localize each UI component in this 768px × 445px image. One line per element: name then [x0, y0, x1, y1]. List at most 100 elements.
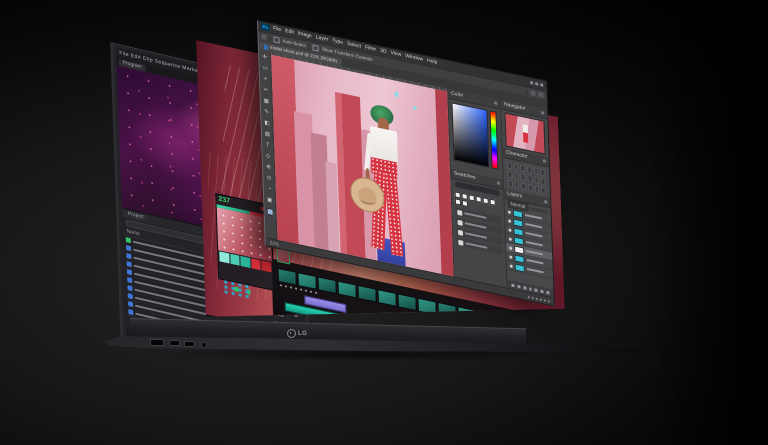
tool-button-icon[interactable]: T	[266, 140, 270, 152]
tool-button-icon[interactable]: ▣	[267, 195, 273, 207]
transport-button[interactable]	[285, 285, 287, 287]
filmstrip-thumbnail[interactable]	[437, 302, 456, 320]
color-swatch[interactable]	[476, 196, 482, 203]
layer-group-icon[interactable]	[535, 288, 538, 292]
transport-button[interactable]	[290, 286, 292, 288]
track-button[interactable]	[224, 285, 227, 289]
track-button[interactable]	[232, 292, 235, 296]
panel-menu-icon[interactable]	[541, 111, 544, 115]
track-control-icon[interactable]	[284, 372, 287, 376]
tool-button-icon[interactable]: ⌖	[264, 74, 267, 86]
color-swatch-button[interactable]	[230, 254, 240, 266]
character-control-button[interactable]	[507, 162, 512, 170]
track-control-icon[interactable]	[262, 362, 265, 366]
track-control-icon[interactable]	[276, 365, 279, 369]
transport-button[interactable]	[310, 291, 312, 293]
character-control-button[interactable]	[514, 181, 519, 189]
character-control-button[interactable]	[514, 172, 519, 180]
track-control-icon[interactable]	[284, 367, 287, 371]
track-button[interactable]	[246, 295, 249, 299]
layer-visibility-eye-icon[interactable]	[509, 246, 512, 250]
track-button[interactable]	[238, 283, 241, 287]
maximize-icon[interactable]	[535, 82, 538, 86]
track-control-icon[interactable]	[277, 370, 280, 374]
character-control-button[interactable]	[527, 166, 532, 174]
color-swatch[interactable]	[483, 197, 489, 204]
align-icon[interactable]	[530, 90, 535, 96]
track-button[interactable]	[225, 290, 228, 294]
color-swatch-button[interactable]	[219, 251, 229, 263]
character-control-button[interactable]	[534, 176, 539, 184]
navigator-thumbnail[interactable]	[504, 112, 545, 154]
layer-visibility-eye-icon[interactable]	[509, 237, 512, 241]
character-control-button[interactable]	[507, 171, 512, 179]
transport-button[interactable]	[300, 288, 302, 290]
track-control-icon[interactable]	[262, 367, 265, 371]
layer-visibility-eye-icon[interactable]	[508, 219, 511, 223]
transport-button[interactable]	[280, 284, 282, 286]
filmstrip-thumbnail[interactable]	[457, 306, 476, 324]
close-icon[interactable]	[540, 83, 543, 87]
transport-button[interactable]	[295, 287, 297, 289]
layer-mask-icon[interactable]	[523, 286, 526, 290]
panel-menu-icon[interactable]	[544, 200, 547, 204]
track-button[interactable]	[245, 290, 248, 294]
color-swatch-button[interactable]	[240, 256, 250, 268]
show-transform-checkbox[interactable]	[313, 44, 319, 51]
color-swatch[interactable]	[462, 200, 468, 207]
character-control-button[interactable]	[540, 169, 545, 177]
character-control-button[interactable]	[514, 163, 519, 171]
track-button[interactable]	[231, 287, 234, 291]
new-layer-icon[interactable]	[541, 289, 544, 293]
layer-visibility-eye-icon[interactable]	[508, 210, 511, 214]
track-control-icon[interactable]	[291, 373, 294, 377]
track-button[interactable]	[224, 280, 227, 284]
character-control-button[interactable]	[541, 178, 546, 186]
character-control-button[interactable]	[541, 187, 546, 195]
layer-effects-icon[interactable]	[517, 284, 520, 288]
track-button[interactable]	[239, 293, 242, 297]
lg-logo-text: LG	[298, 331, 307, 337]
auto-select-checkbox[interactable]	[273, 36, 279, 43]
character-control-button[interactable]	[521, 182, 526, 190]
hue-strip[interactable]	[489, 110, 498, 169]
layer-visibility-eye-icon[interactable]	[508, 228, 511, 232]
transport-button[interactable]	[305, 289, 307, 291]
track-button[interactable]	[245, 285, 248, 289]
color-swatch-button[interactable]	[251, 258, 261, 270]
track-button[interactable]	[231, 282, 234, 286]
transport-button[interactable]	[315, 292, 317, 294]
adjustment-layer-icon[interactable]	[529, 287, 532, 291]
character-control-button[interactable]	[534, 185, 539, 193]
color-swatch[interactable]	[469, 194, 475, 201]
character-control-button[interactable]	[521, 173, 526, 181]
layer-visibility-eye-icon[interactable]	[510, 264, 513, 268]
character-control-button[interactable]	[527, 175, 532, 183]
track-control-icon[interactable]	[291, 368, 294, 372]
character-control-button[interactable]	[508, 180, 513, 188]
color-swatch[interactable]	[455, 198, 461, 205]
color-swatch-button[interactable]	[262, 260, 272, 272]
track-control-icon[interactable]	[269, 368, 272, 372]
panel-menu-icon[interactable]	[494, 101, 497, 105]
link-layers-icon[interactable]	[511, 283, 514, 287]
distribute-icon[interactable]	[538, 92, 543, 98]
track-button[interactable]	[238, 288, 241, 292]
foreground-background-swatch[interactable]	[266, 208, 274, 218]
character-control-button[interactable]	[528, 184, 533, 192]
tool-button-icon[interactable]: ◔	[268, 184, 272, 196]
panel-menu-icon[interactable]	[497, 181, 500, 185]
minimize-icon[interactable]	[530, 81, 533, 85]
zoom-level-field[interactable]: 21%	[270, 240, 279, 247]
character-control-button[interactable]	[520, 164, 525, 172]
clip-icon	[126, 253, 131, 259]
delete-layer-icon[interactable]	[547, 290, 550, 294]
filmstrip-thumbnail[interactable]	[417, 297, 436, 315]
color-swatch[interactable]	[490, 199, 496, 206]
saturation-square[interactable]	[451, 102, 489, 168]
character-control-button[interactable]	[534, 167, 539, 175]
layer-visibility-eye-icon[interactable]	[509, 255, 512, 259]
clip-icon	[128, 309, 133, 315]
panel-menu-icon[interactable]	[543, 159, 546, 163]
track-control-icon[interactable]	[269, 363, 272, 367]
